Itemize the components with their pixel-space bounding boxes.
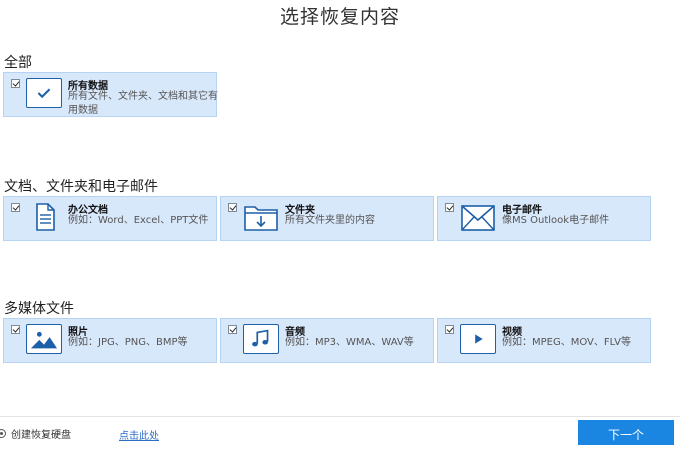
card-video[interactable]: 视频 例如：MPEG、MOV、FLV等 bbox=[437, 318, 651, 363]
checkbox-folders[interactable] bbox=[228, 203, 237, 212]
envelope-icon bbox=[460, 202, 496, 232]
create-recovery-disk-label: 创建恢复硬盘 bbox=[11, 430, 71, 441]
page-title: 选择恢复内容 bbox=[279, 6, 400, 28]
card-office-docs[interactable]: 办公文档 例如：Word、Excel、PPT文件 bbox=[3, 196, 217, 241]
card-desc: 例如：MP3、WMA、WAV等 bbox=[285, 337, 414, 348]
section-title-media: 多媒体文件 bbox=[4, 301, 74, 317]
section-title-all: 全部 bbox=[4, 55, 32, 71]
create-recovery-disk-option[interactable]: 创建恢复硬盘 bbox=[0, 426, 71, 441]
click-here-link[interactable]: 点击此处 bbox=[119, 427, 159, 442]
checkbox-email[interactable] bbox=[445, 203, 454, 212]
card-photos[interactable]: 照片 例如：JPG、PNG、BMP等 bbox=[3, 318, 217, 363]
radio-icon[interactable] bbox=[0, 429, 6, 438]
card-audio[interactable]: 音频 例如：MP3、WMA、WAV等 bbox=[220, 318, 434, 363]
footer-divider bbox=[0, 416, 680, 417]
card-desc: 例如：JPG、PNG、BMP等 bbox=[68, 337, 188, 348]
card-all-data[interactable]: 所有数据 所有文件、文件夹、文档和其它有用数据 bbox=[3, 72, 218, 117]
card-desc: 所有文件、文件夹、文档和其它有用数据 bbox=[68, 91, 218, 116]
document-icon bbox=[26, 202, 62, 232]
next-button[interactable]: 下一个 bbox=[578, 420, 674, 445]
section-title-docs: 文档、文件夹和电子邮件 bbox=[4, 179, 158, 195]
folder-icon bbox=[243, 202, 279, 232]
checkbox-photos[interactable] bbox=[11, 325, 20, 334]
checkbox-video[interactable] bbox=[445, 325, 454, 334]
card-desc: 所有文件夹里的内容 bbox=[285, 215, 375, 226]
checkbox-all-data[interactable] bbox=[11, 79, 20, 88]
card-folders[interactable]: 文件夹 所有文件夹里的内容 bbox=[220, 196, 434, 241]
checkmark-icon bbox=[26, 78, 62, 108]
card-email[interactable]: 电子邮件 像MS Outlook电子邮件 bbox=[437, 196, 651, 241]
play-icon bbox=[460, 324, 496, 354]
checkbox-office-docs[interactable] bbox=[11, 203, 20, 212]
checkbox-audio[interactable] bbox=[228, 325, 237, 334]
music-note-icon bbox=[243, 324, 279, 354]
card-desc: 例如：MPEG、MOV、FLV等 bbox=[502, 337, 631, 348]
card-desc: 例如：Word、Excel、PPT文件 bbox=[68, 215, 209, 226]
card-desc: 像MS Outlook电子邮件 bbox=[502, 215, 610, 226]
image-icon bbox=[26, 324, 62, 354]
